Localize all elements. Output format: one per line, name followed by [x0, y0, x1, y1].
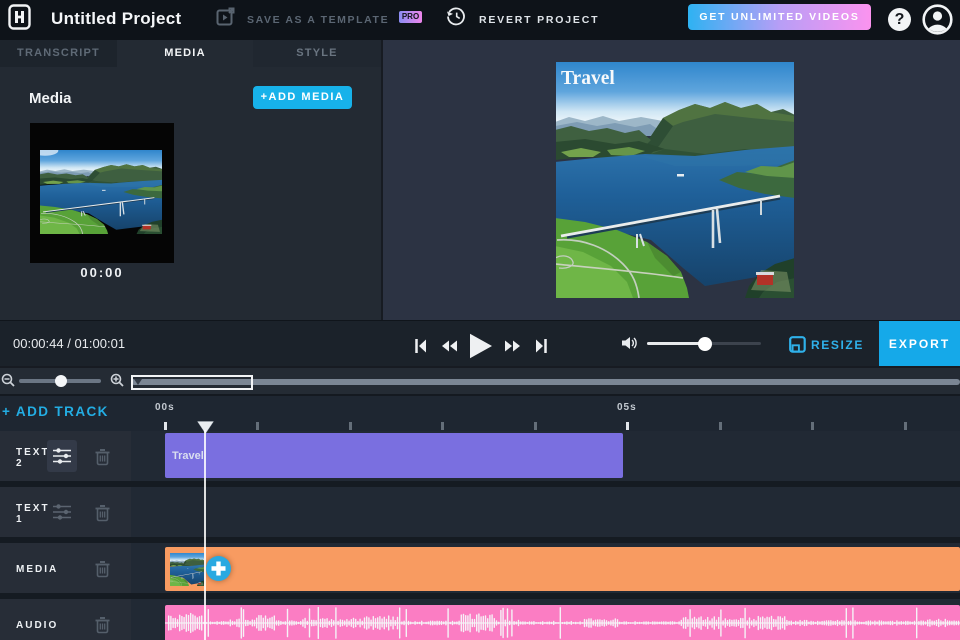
- svg-text:Travel: Travel: [561, 68, 615, 89]
